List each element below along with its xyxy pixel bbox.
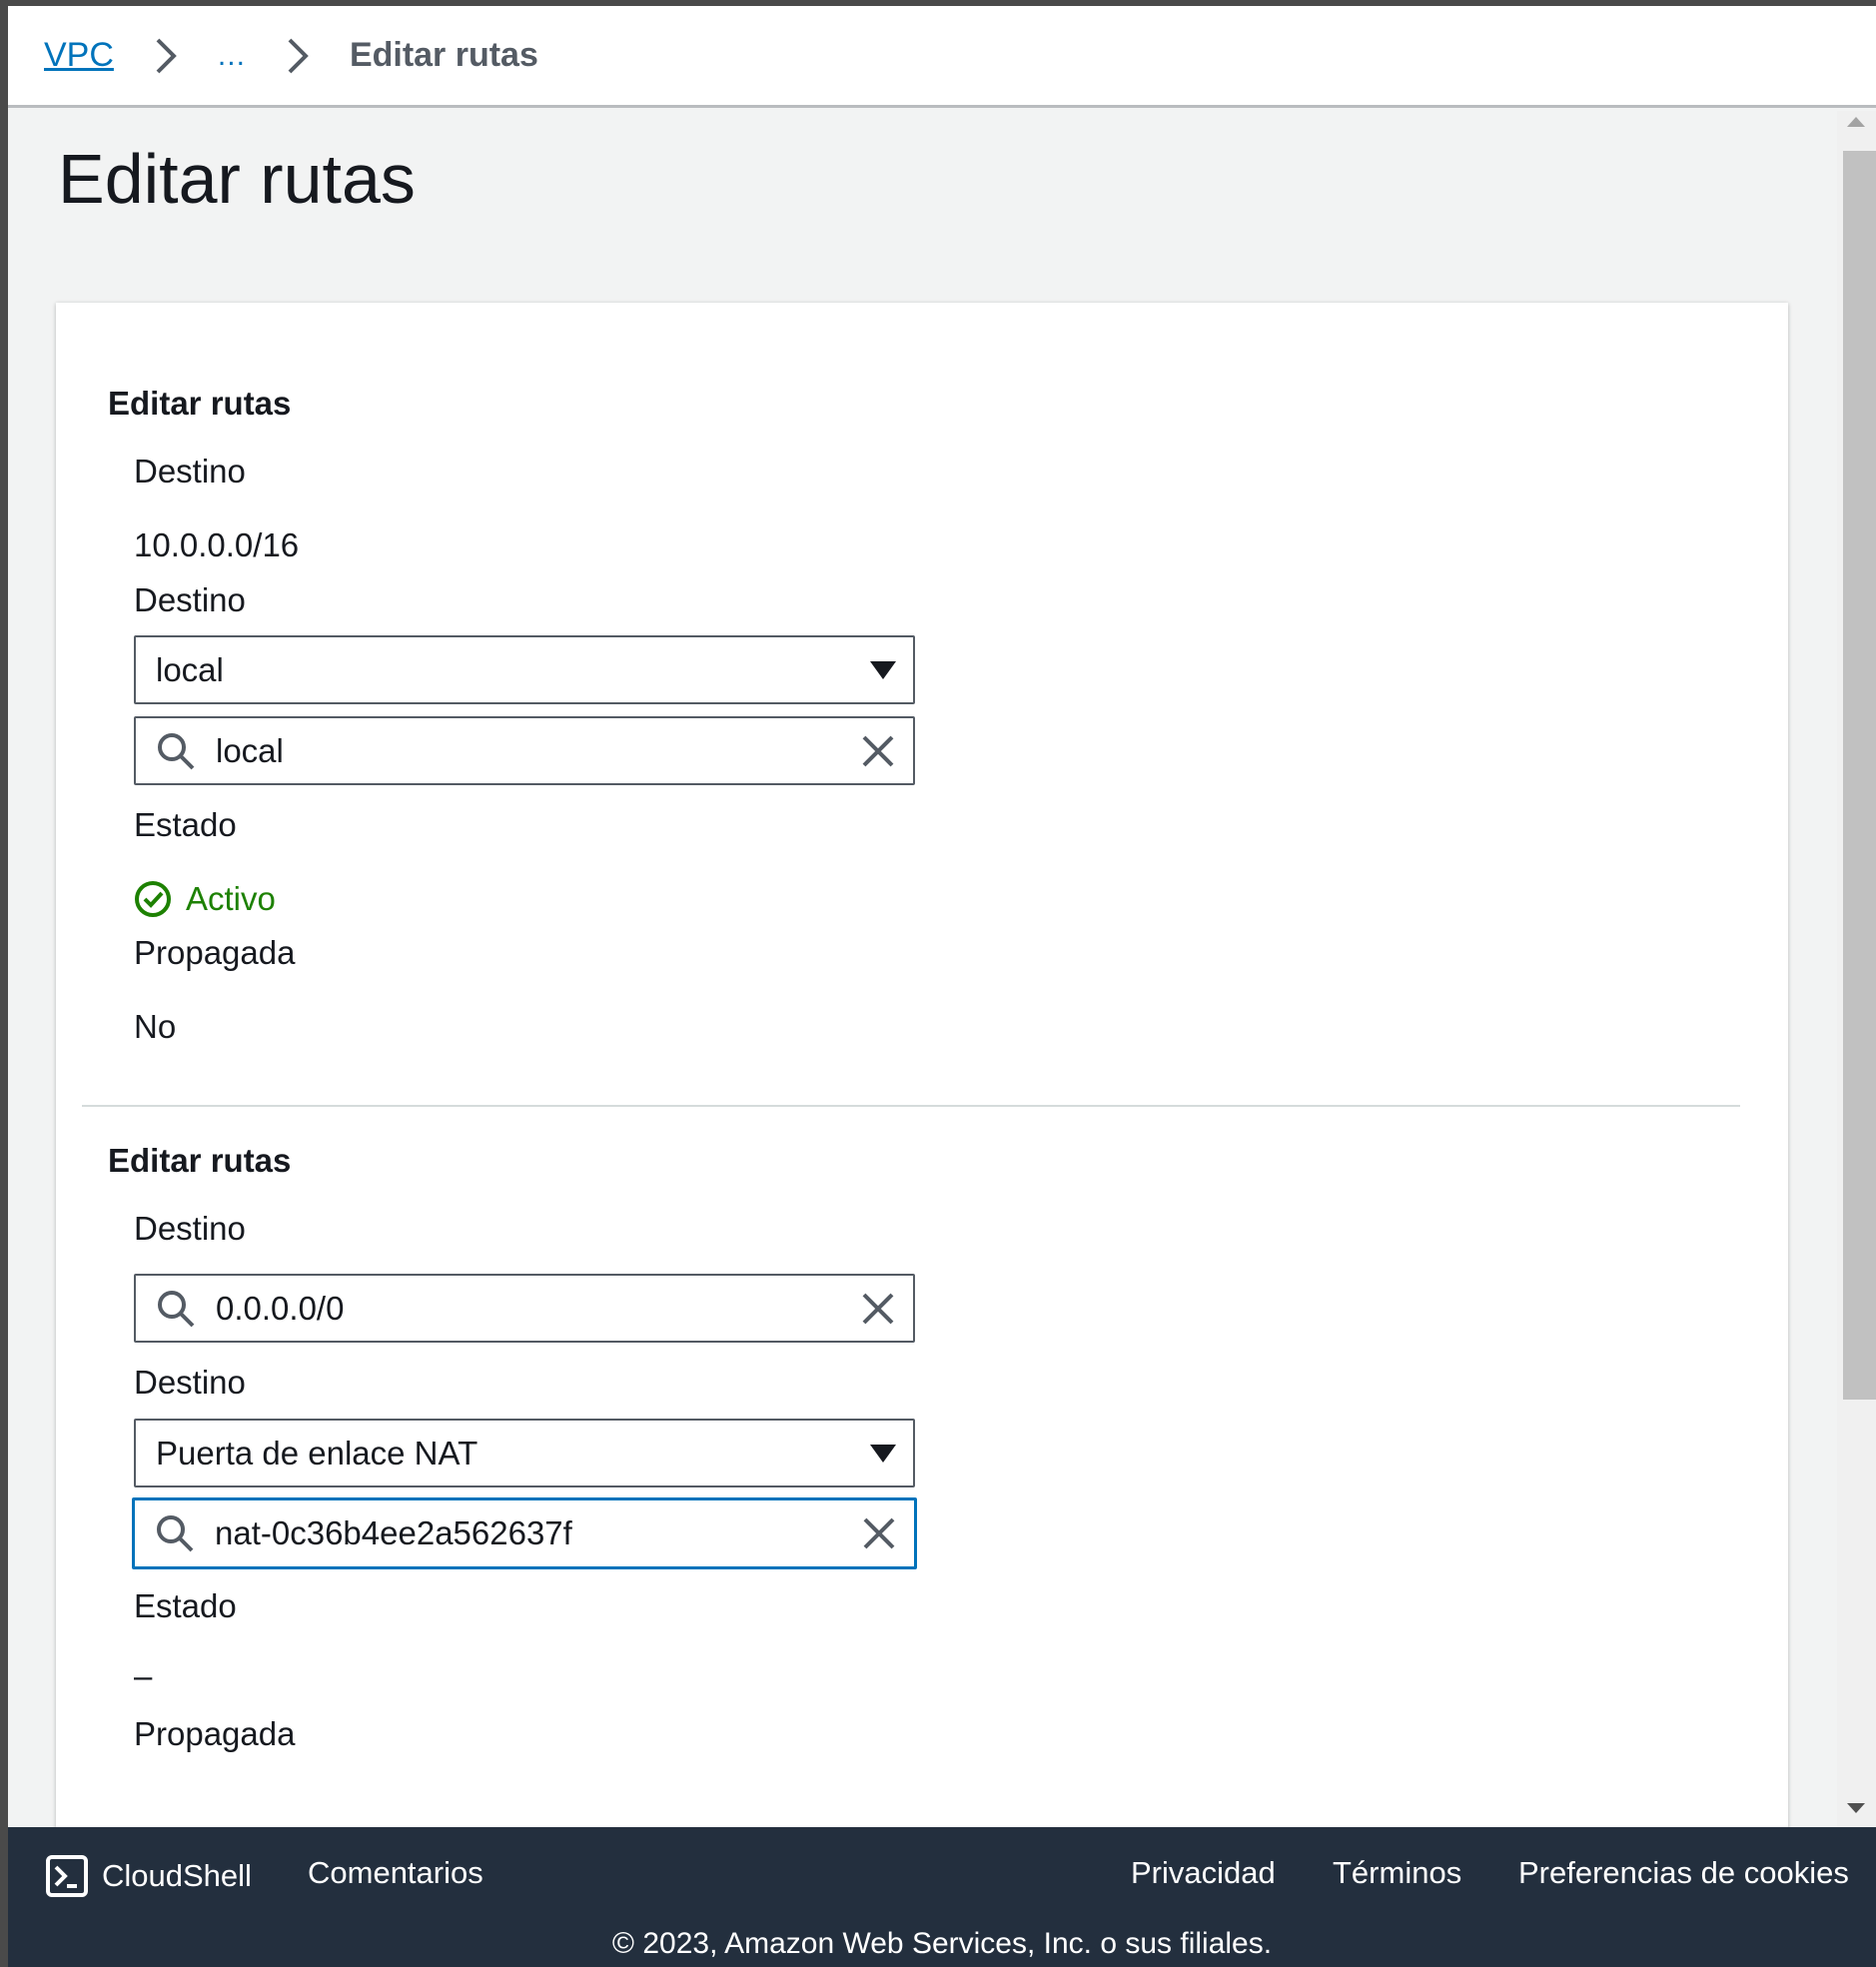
caret-down-icon [853,660,913,680]
route-1-destination-value: 10.0.0.0/16 [134,526,300,563]
route-2-status-value: – [134,1657,153,1694]
caret-down-icon [853,1444,913,1464]
cloudshell-button[interactable]: CloudShell [46,1855,252,1897]
route-1-status-label: Estado [134,806,237,843]
route-2-destination-label: Destino [134,1210,246,1247]
cookie-preferences-link[interactable]: Preferencias de cookies [1518,1855,1849,1891]
route-1-target-type-value: local [156,650,224,688]
terms-link[interactable]: Términos [1333,1855,1461,1891]
route-2-target-search-input[interactable]: nat-0c36b4ee2a562637f [132,1497,917,1569]
route-2-status-label: Estado [134,1587,237,1624]
route-1-target-search-value: local [216,731,284,769]
route-1-destination-label: Destino [134,453,246,490]
breadcrumb: VPC ... Editar rutas [8,6,1876,108]
scroll-down-arrow-icon[interactable] [1847,1803,1865,1813]
route-1-status-badge: Activo [134,880,276,918]
route-2-target-search-value: nat-0c36b4ee2a562637f [215,1514,572,1551]
breadcrumb-vpc-link[interactable]: VPC [44,36,114,75]
chevron-right-icon [268,26,328,86]
route-1-section-title: Editar rutas [108,385,292,422]
scroll-thumb[interactable] [1843,151,1876,1400]
feedback-link[interactable]: Comentarios [308,1855,483,1891]
breadcrumb-ellipsis[interactable]: ... [218,39,246,73]
section-divider [82,1105,1740,1107]
chevron-right-icon [136,26,196,86]
route-2-section-title: Editar rutas [108,1142,292,1179]
routes-card: Editar rutas Destino 10.0.0.0/16 Destino… [56,303,1788,1827]
search-icon [136,731,216,771]
terminal-icon [46,1855,88,1897]
vertical-scrollbar[interactable] [1837,111,1876,1827]
route-2-target-type-value: Puerta de enlace NAT [156,1434,478,1472]
route-2-destination-search-value: 0.0.0.0/0 [216,1289,345,1327]
page-title: Editar rutas [58,140,416,218]
footer: CloudShell Comentarios Privacidad Términ… [8,1827,1876,1967]
route-2-propagated-label: Propagada [134,1715,296,1752]
scroll-up-arrow-icon[interactable] [1847,117,1865,127]
route-1-propagated-value: No [134,1008,177,1045]
breadcrumb-current: Editar rutas [349,36,538,74]
cloudshell-label: CloudShell [102,1858,252,1893]
search-icon [135,1513,215,1553]
main-content: Editar rutas Editar rutas Destino 10.0.0… [8,111,1837,1827]
search-icon [136,1289,216,1329]
close-icon[interactable] [844,1516,914,1550]
close-icon[interactable] [843,1292,913,1326]
route-1-status-value: Activo [186,880,276,917]
route-1-target-label: Destino [134,581,246,618]
route-1-propagated-label: Propagada [134,934,296,971]
check-circle-icon [134,880,172,918]
privacy-link[interactable]: Privacidad [1131,1855,1276,1891]
route-2-target-label: Destino [134,1364,246,1401]
route-1-target-search-input[interactable]: local [134,716,915,785]
route-2-target-type-select[interactable]: Puerta de enlace NAT [134,1419,915,1487]
copyright-text: © 2023, Amazon Web Services, Inc. o sus … [611,1927,1273,1960]
route-1-target-type-select[interactable]: local [134,635,915,704]
close-icon[interactable] [843,734,913,768]
route-2-destination-search-input[interactable]: 0.0.0.0/0 [134,1274,915,1343]
